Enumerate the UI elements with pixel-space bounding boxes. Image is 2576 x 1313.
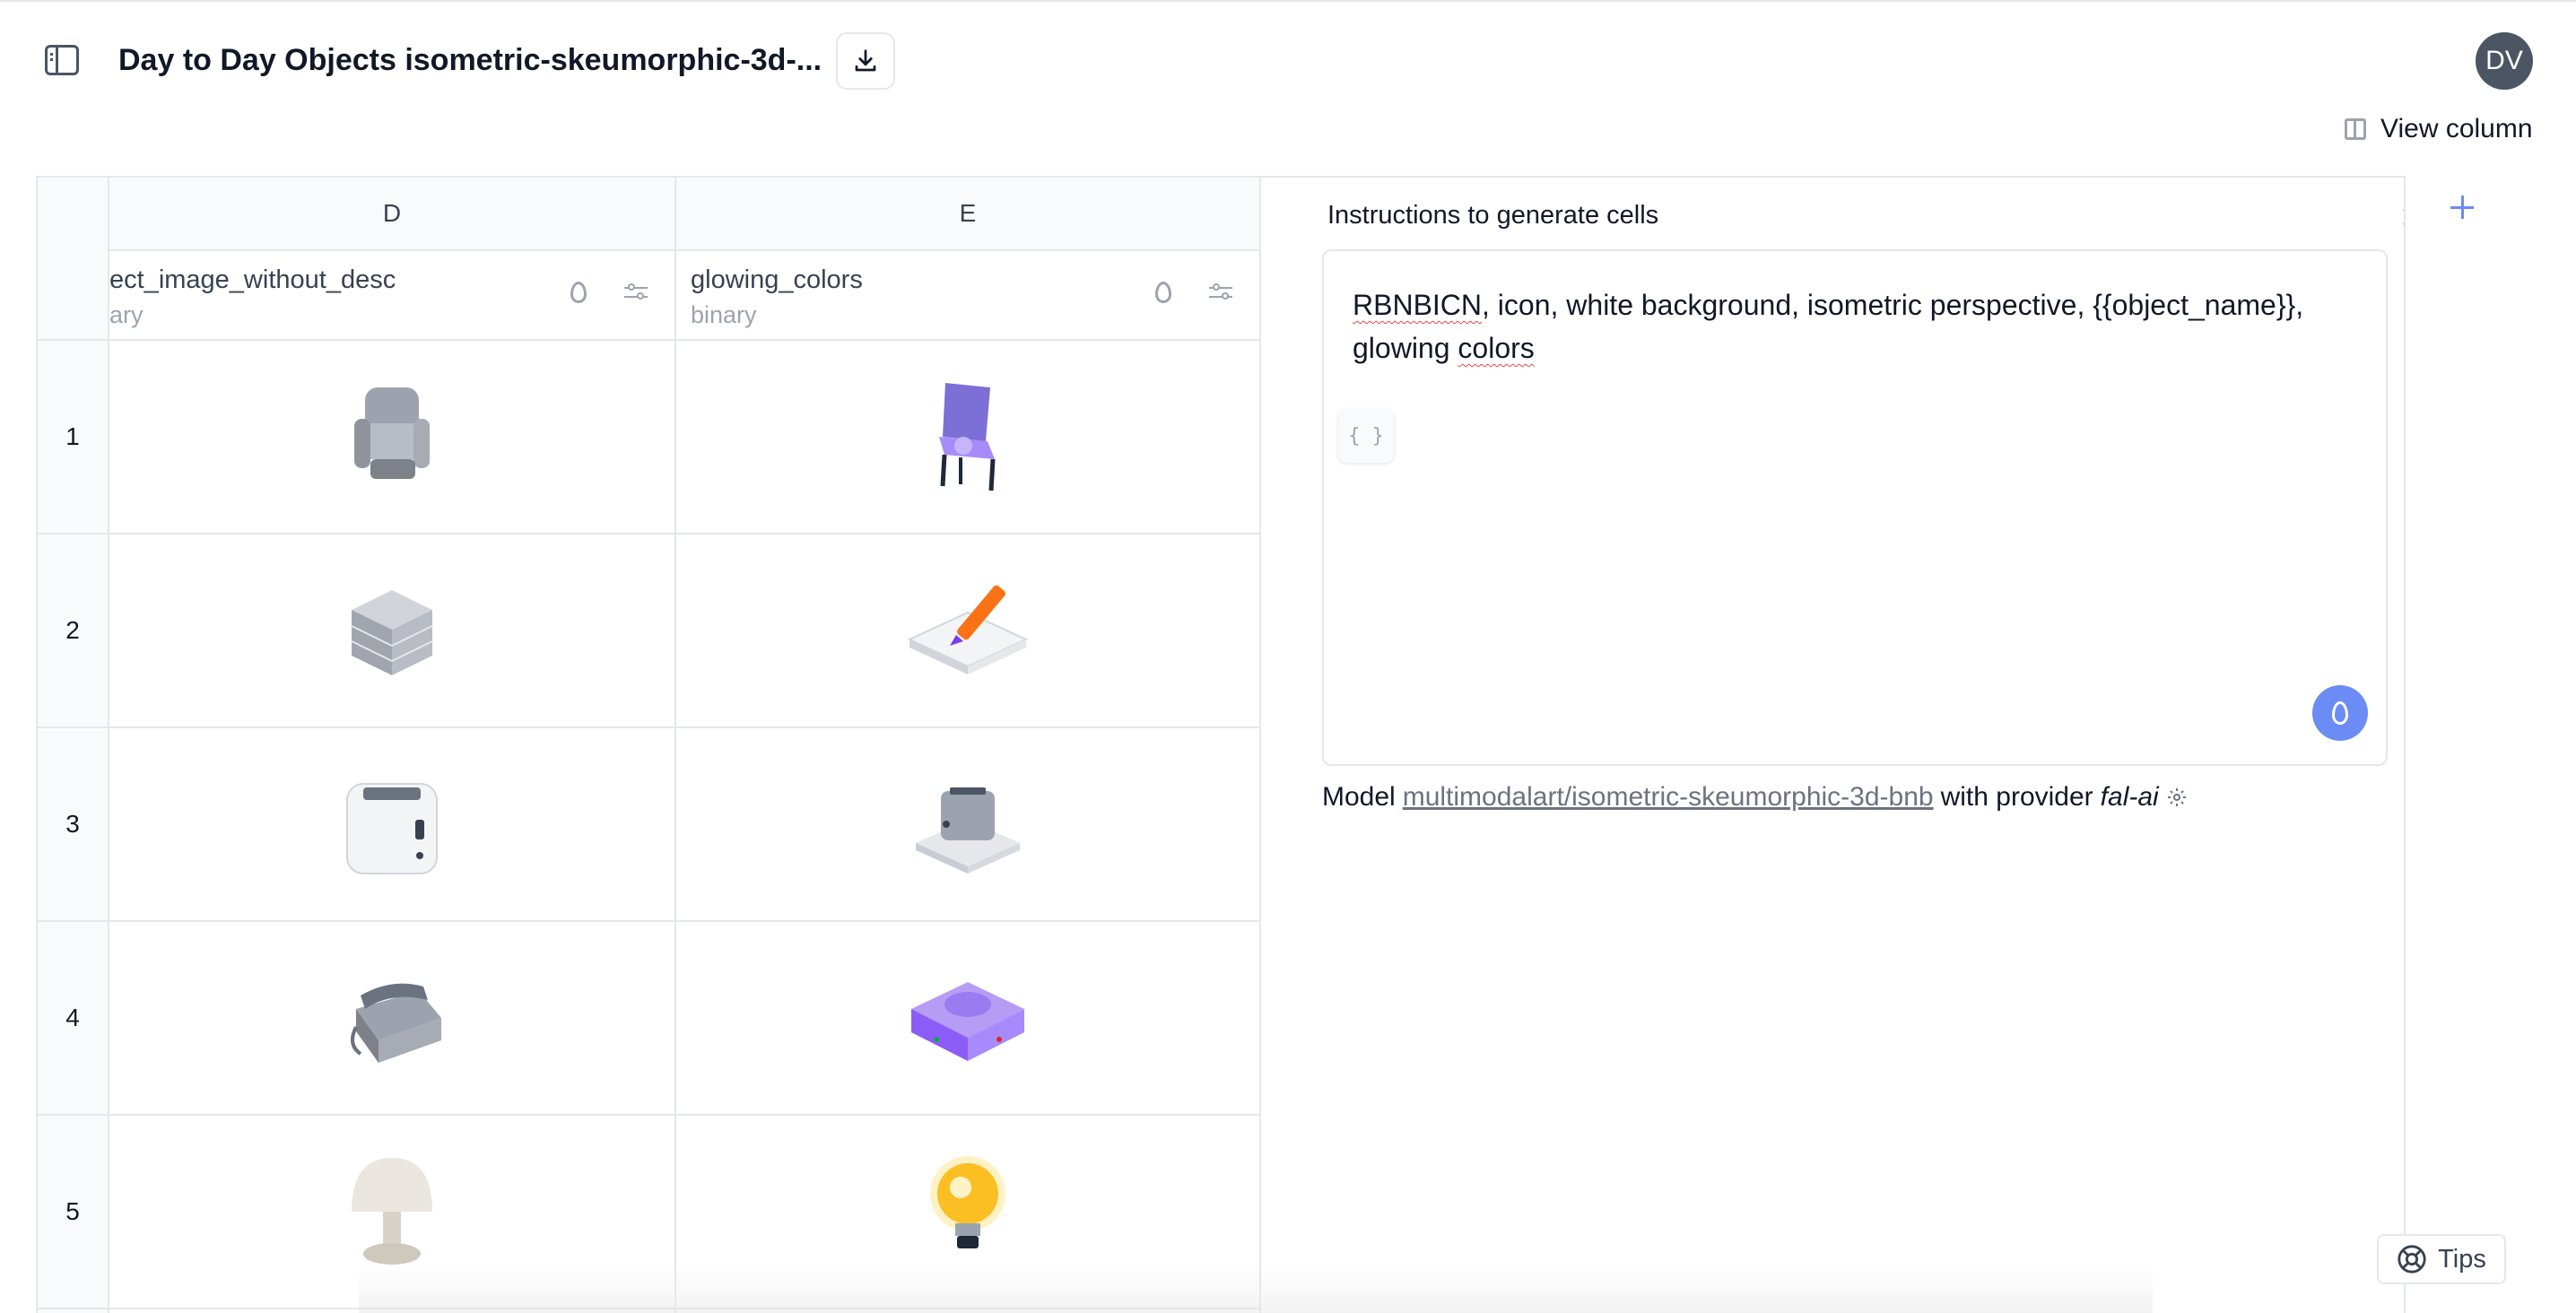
row-number: 5 <box>38 1116 108 1309</box>
provider-name: fal-ai <box>2100 782 2159 812</box>
model-link[interactable]: multimodalart/isometric-skeumorphic-3d-b… <box>1403 782 1934 813</box>
column-icon <box>2345 118 2366 140</box>
add-column-button[interactable] <box>2449 194 2476 221</box>
prompt-token: colors <box>1458 332 1535 364</box>
purple-glowing-chair-icon <box>939 383 996 491</box>
settings-sliders-icon[interactable] <box>624 283 648 302</box>
table-cell[interactable] <box>676 728 1259 922</box>
settings-sliders-icon[interactable] <box>1209 283 1232 302</box>
prompt-editor[interactable]: RBNBICN, icon, white background, isometr… <box>1322 249 2388 766</box>
insert-variable-button[interactable]: { } <box>1338 409 1394 463</box>
table-cell[interactable] <box>676 922 1259 1116</box>
white-toaster-icon <box>346 783 438 874</box>
generate-icon[interactable] <box>570 282 587 303</box>
gear-icon[interactable] <box>2166 787 2188 808</box>
row-number: 4 <box>38 922 108 1116</box>
table-cell[interactable] <box>676 341 1259 535</box>
orange-pencil-on-tablet-icon <box>907 585 1029 674</box>
generate-button[interactable] <box>2312 685 2368 741</box>
view-column-button[interactable]: View column <box>2345 113 2533 145</box>
purple-telephone-icon <box>911 982 1024 1061</box>
sidebar-toggle-icon[interactable] <box>45 45 79 75</box>
column-d: D ect_image_without_desc ary <box>109 178 676 1313</box>
model-info: Model multimodalart/isometric-skeumorphi… <box>1322 782 2188 813</box>
row-number: 2 <box>38 535 108 728</box>
row-number-header <box>38 178 108 341</box>
table-cell[interactable] <box>676 1116 1259 1309</box>
close-icon[interactable] <box>2400 206 2404 228</box>
view-column-label: View column <box>2380 114 2533 143</box>
row-number: 1 <box>38 341 108 535</box>
column-header[interactable]: ect_image_without_desc ary <box>109 251 674 341</box>
lifebuoy-icon <box>2398 1245 2426 1274</box>
gray-telephone-icon <box>351 983 441 1063</box>
gray-stacked-box-icon <box>351 590 433 675</box>
model-middle: with provider <box>1940 782 2093 812</box>
generate-icon <box>2332 701 2348 725</box>
header: Day to Day Objects isometric-skeumorphic… <box>0 0 2576 117</box>
download-icon <box>855 49 876 72</box>
table-cell[interactable] <box>109 1116 674 1309</box>
column-type: binary <box>691 301 757 328</box>
table-cell[interactable] <box>676 535 1259 728</box>
tips-button[interactable]: Tips <box>2377 1234 2506 1284</box>
column-e: E glowing_colors binary <box>676 178 1261 1313</box>
instructions-panel: Instructions to generate cells RBNBICN, … <box>1261 178 2404 1313</box>
column-header[interactable]: glowing_colors binary <box>676 251 1259 341</box>
column-letter: E <box>676 178 1259 251</box>
column-type: ary <box>109 301 144 328</box>
download-button[interactable] <box>836 32 895 90</box>
glowing-lightbulb-icon <box>930 1156 1005 1248</box>
gray-armchair-icon <box>354 387 430 479</box>
column-name: glowing_colors <box>691 265 863 294</box>
page-title: Day to Day Objects isometric-skeumorphic… <box>118 43 822 77</box>
prompt-text[interactable]: RBNBICN, icon, white background, isometr… <box>1353 283 2357 370</box>
row-number: 3 <box>38 728 108 922</box>
table-cell[interactable] <box>109 922 674 1116</box>
table-cell[interactable] <box>109 341 674 535</box>
row-number-column: 1 2 3 4 5 <box>38 178 109 1313</box>
column-name: ect_image_without_desc <box>109 265 396 294</box>
table-cell[interactable] <box>109 535 674 728</box>
data-table: 1 2 3 4 5 D ect_image_without_desc ary E… <box>36 176 2406 1313</box>
generate-icon[interactable] <box>1155 282 1171 303</box>
small-toaster-icon <box>916 787 1020 874</box>
white-mushroom-lamp-icon <box>352 1158 432 1265</box>
table-cell[interactable] <box>109 728 674 922</box>
prompt-token: RBNBICN <box>1353 289 1483 321</box>
model-prefix: Model <box>1322 782 1396 812</box>
panel-title: Instructions to generate cells <box>1327 201 1659 230</box>
column-letter: D <box>109 178 674 251</box>
avatar[interactable]: DV <box>2476 32 2533 90</box>
tips-label: Tips <box>2438 1244 2486 1274</box>
